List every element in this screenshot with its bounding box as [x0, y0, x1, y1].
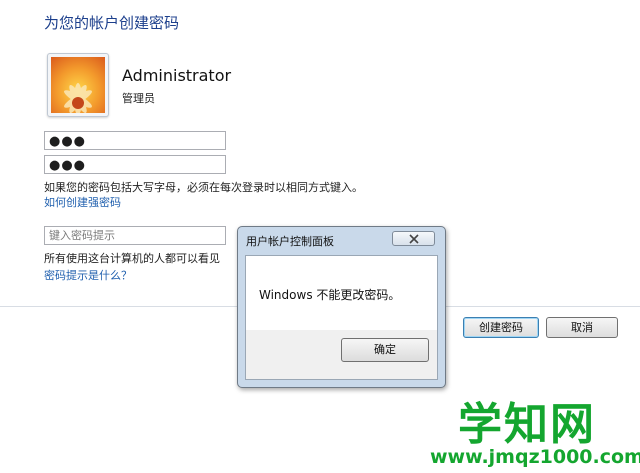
dialog-body: Windows 不能更改密码。 确定	[245, 255, 438, 380]
close-icon[interactable]	[392, 231, 435, 246]
ok-button[interactable]: 确定	[341, 338, 429, 362]
strong-password-link[interactable]: 如何创建强密码	[44, 194, 121, 210]
error-dialog: 用户帐户控制面板 Windows 不能更改密码。 确定	[237, 226, 446, 388]
dialog-title: 用户帐户控制面板	[246, 235, 334, 248]
user-name: Administrator	[122, 66, 232, 85]
user-role: 管理员	[122, 92, 155, 105]
password-hint-input[interactable]: 键入密码提示	[44, 226, 226, 245]
watermark-brand: 学知网	[458, 399, 596, 450]
cancel-button[interactable]: 取消	[546, 317, 618, 338]
page-title: 为您的帐户创建密码	[44, 14, 180, 32]
password-hint-help-link[interactable]: 密码提示是什么？	[44, 267, 132, 283]
confirm-password-input[interactable]: ●●●	[44, 155, 226, 174]
flower-icon	[51, 57, 105, 113]
dialog-message: Windows 不能更改密码。	[259, 288, 401, 302]
user-avatar	[47, 53, 109, 117]
caps-note: 如果您的密码包括大写字母，必须在每次登录时以相同方式键入。	[44, 181, 363, 194]
create-password-button[interactable]: 创建密码	[463, 317, 539, 338]
dialog-content: Windows 不能更改密码。	[246, 256, 437, 330]
hint-warning: 所有使用这台计算机的人都可以看见	[44, 252, 220, 265]
watermark-url: www.jmqz1000.com	[430, 446, 640, 468]
new-password-input[interactable]: ●●●	[44, 131, 226, 150]
